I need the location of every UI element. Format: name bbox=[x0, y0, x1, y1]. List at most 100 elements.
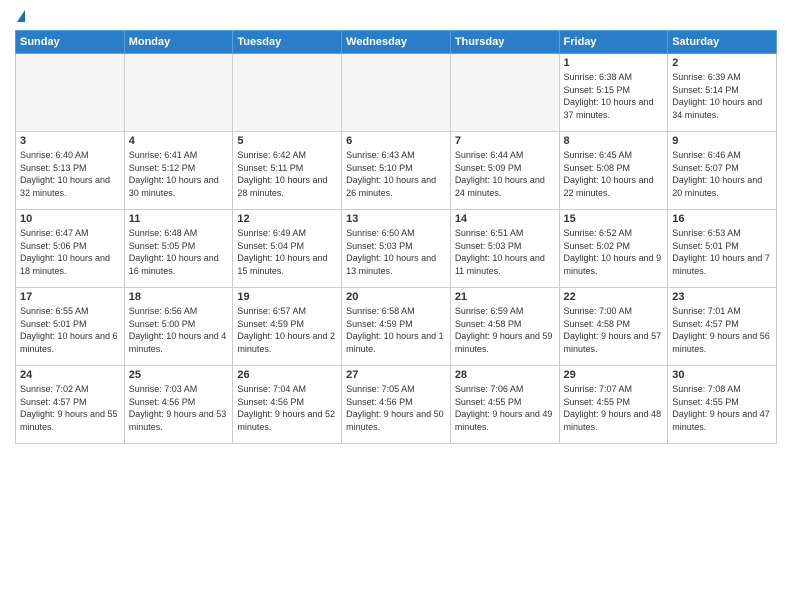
day-number: 14 bbox=[455, 213, 555, 225]
calendar-cell: 3 Sunrise: 6:40 AM Sunset: 5:13 PM Daylig… bbox=[16, 132, 125, 210]
day-info: Sunrise: 7:04 AM Sunset: 4:56 PM Dayligh… bbox=[237, 383, 337, 433]
day-info: Sunrise: 6:51 AM Sunset: 5:03 PM Dayligh… bbox=[455, 227, 555, 277]
calendar-cell: 8 Sunrise: 6:45 AM Sunset: 5:08 PM Daylig… bbox=[559, 132, 668, 210]
calendar-cell: 11 Sunrise: 6:48 AM Sunset: 5:05 PM Dayli… bbox=[124, 210, 233, 288]
calendar-cell: 29Sunrise: 7:07 AM Sunset: 4:55 PM Dayli… bbox=[559, 366, 668, 444]
day-info: Sunrise: 6:40 AM Sunset: 5:13 PM Dayligh… bbox=[20, 149, 120, 199]
calendar-cell: 5 Sunrise: 6:42 AM Sunset: 5:11 PM Daylig… bbox=[233, 132, 342, 210]
calendar-cell: 23 Sunrise: 7:01 AM Sunset: 4:57 PM Dayli… bbox=[668, 288, 777, 366]
day-number: 7 bbox=[455, 135, 555, 147]
calendar-cell: 2 Sunrise: 6:39 AM Sunset: 5:14 PM Daylig… bbox=[668, 54, 777, 132]
calendar-cell: 4 Sunrise: 6:41 AM Sunset: 5:12 PM Daylig… bbox=[124, 132, 233, 210]
day-info: Sunrise: 7:03 AM Sunset: 4:56 PM Dayligh… bbox=[129, 383, 229, 433]
day-info: Sunrise: 6:59 AM Sunset: 4:58 PM Dayligh… bbox=[455, 305, 555, 355]
weekday-header: Wednesday bbox=[342, 31, 451, 54]
calendar-cell: 16 Sunrise: 6:53 AM Sunset: 5:01 PM Dayli… bbox=[668, 210, 777, 288]
day-number: 26 bbox=[237, 369, 337, 381]
day-number: 30 bbox=[672, 369, 772, 381]
weekday-header: Thursday bbox=[450, 31, 559, 54]
day-number: 12 bbox=[237, 213, 337, 225]
day-number: 10 bbox=[20, 213, 120, 225]
calendar-cell: 30 Sunrise: 7:08 AM Sunset: 4:55 PM Dayli… bbox=[668, 366, 777, 444]
day-info: Sunrise: 6:52 AM Sunset: 5:02 PM Dayligh… bbox=[564, 227, 664, 277]
calendar-cell: 9 Sunrise: 6:46 AM Sunset: 5:07 PM Daylig… bbox=[668, 132, 777, 210]
day-info: Sunrise: 6:45 AM Sunset: 5:08 PM Dayligh… bbox=[564, 149, 664, 199]
day-number: 6 bbox=[346, 135, 446, 147]
calendar-cell: 1 Sunrise: 6:38 AM Sunset: 5:15 PM Daylig… bbox=[559, 54, 668, 132]
day-number: 9 bbox=[672, 135, 772, 147]
day-number: 2 bbox=[672, 57, 772, 69]
day-number: 3 bbox=[20, 135, 120, 147]
day-info: Sunrise: 7:08 AM Sunset: 4:55 PM Dayligh… bbox=[672, 383, 772, 433]
day-info: Sunrise: 6:57 AM Sunset: 4:59 PM Dayligh… bbox=[237, 305, 337, 355]
day-number: 18 bbox=[129, 291, 229, 303]
page-header bbox=[15, 10, 777, 22]
calendar-cell: 19 Sunrise: 6:57 AM Sunset: 4:59 PM Dayli… bbox=[233, 288, 342, 366]
calendar-cell: 22Sunrise: 7:00 AM Sunset: 4:58 PM Dayli… bbox=[559, 288, 668, 366]
weekday-header: Monday bbox=[124, 31, 233, 54]
day-number: 4 bbox=[129, 135, 229, 147]
logo-triangle-icon bbox=[17, 10, 25, 22]
day-number: 8 bbox=[564, 135, 664, 147]
calendar-table: SundayMondayTuesdayWednesdayThursdayFrid… bbox=[15, 30, 777, 444]
day-info: Sunrise: 6:48 AM Sunset: 5:05 PM Dayligh… bbox=[129, 227, 229, 277]
day-info: Sunrise: 6:49 AM Sunset: 5:04 PM Dayligh… bbox=[237, 227, 337, 277]
calendar-cell: 12 Sunrise: 6:49 AM Sunset: 5:04 PM Dayli… bbox=[233, 210, 342, 288]
calendar-cell: 20 Sunrise: 6:58 AM Sunset: 4:59 PM Dayli… bbox=[342, 288, 451, 366]
day-number: 11 bbox=[129, 213, 229, 225]
day-number: 1 bbox=[564, 57, 664, 69]
day-number: 23 bbox=[672, 291, 772, 303]
day-number: 27 bbox=[346, 369, 446, 381]
day-number: 21 bbox=[455, 291, 555, 303]
calendar-cell bbox=[124, 54, 233, 132]
calendar-cell: 18 Sunrise: 6:56 AM Sunset: 5:00 PM Dayli… bbox=[124, 288, 233, 366]
calendar-cell: 17 Sunrise: 6:55 AM Sunset: 5:01 PM Dayli… bbox=[16, 288, 125, 366]
day-info: Sunrise: 6:42 AM Sunset: 5:11 PM Dayligh… bbox=[237, 149, 337, 199]
day-number: 5 bbox=[237, 135, 337, 147]
weekday-header: Sunday bbox=[16, 31, 125, 54]
calendar-cell: 26 Sunrise: 7:04 AM Sunset: 4:56 PM Dayli… bbox=[233, 366, 342, 444]
calendar-cell: 14 Sunrise: 6:51 AM Sunset: 5:03 PM Dayli… bbox=[450, 210, 559, 288]
day-info: Sunrise: 6:43 AM Sunset: 5:10 PM Dayligh… bbox=[346, 149, 446, 199]
day-info: Sunrise: 7:06 AM Sunset: 4:55 PM Dayligh… bbox=[455, 383, 555, 433]
day-info: Sunrise: 7:07 AM Sunset: 4:55 PM Dayligh… bbox=[564, 383, 664, 433]
day-number: 19 bbox=[237, 291, 337, 303]
calendar-cell: 21 Sunrise: 6:59 AM Sunset: 4:58 PM Dayli… bbox=[450, 288, 559, 366]
calendar-cell: 24 Sunrise: 7:02 AM Sunset: 4:57 PM Dayli… bbox=[16, 366, 125, 444]
day-info: Sunrise: 7:02 AM Sunset: 4:57 PM Dayligh… bbox=[20, 383, 120, 433]
calendar-cell: 25 Sunrise: 7:03 AM Sunset: 4:56 PM Dayli… bbox=[124, 366, 233, 444]
day-info: Sunrise: 6:58 AM Sunset: 4:59 PM Dayligh… bbox=[346, 305, 446, 355]
day-info: Sunrise: 6:38 AM Sunset: 5:15 PM Dayligh… bbox=[564, 71, 664, 121]
day-number: 28 bbox=[455, 369, 555, 381]
day-number: 16 bbox=[672, 213, 772, 225]
day-info: Sunrise: 6:44 AM Sunset: 5:09 PM Dayligh… bbox=[455, 149, 555, 199]
calendar-cell: 7 Sunrise: 6:44 AM Sunset: 5:09 PM Daylig… bbox=[450, 132, 559, 210]
day-number: 15 bbox=[564, 213, 664, 225]
calendar-cell: 28 Sunrise: 7:06 AM Sunset: 4:55 PM Dayli… bbox=[450, 366, 559, 444]
calendar-cell: 6 Sunrise: 6:43 AM Sunset: 5:10 PM Daylig… bbox=[342, 132, 451, 210]
calendar-cell: 13 Sunrise: 6:50 AM Sunset: 5:03 PM Dayli… bbox=[342, 210, 451, 288]
day-info: Sunrise: 6:39 AM Sunset: 5:14 PM Dayligh… bbox=[672, 71, 772, 121]
weekday-header: Tuesday bbox=[233, 31, 342, 54]
logo bbox=[15, 10, 25, 22]
day-number: 20 bbox=[346, 291, 446, 303]
day-number: 13 bbox=[346, 213, 446, 225]
calendar-cell bbox=[450, 54, 559, 132]
calendar-cell: 27 Sunrise: 7:05 AM Sunset: 4:56 PM Dayli… bbox=[342, 366, 451, 444]
day-info: Sunrise: 6:46 AM Sunset: 5:07 PM Dayligh… bbox=[672, 149, 772, 199]
day-info: Sunrise: 6:55 AM Sunset: 5:01 PM Dayligh… bbox=[20, 305, 120, 355]
day-info: Sunrise: 6:53 AM Sunset: 5:01 PM Dayligh… bbox=[672, 227, 772, 277]
day-info: Sunrise: 6:50 AM Sunset: 5:03 PM Dayligh… bbox=[346, 227, 446, 277]
day-info: Sunrise: 6:56 AM Sunset: 5:00 PM Dayligh… bbox=[129, 305, 229, 355]
calendar-cell bbox=[233, 54, 342, 132]
day-info: Sunrise: 7:05 AM Sunset: 4:56 PM Dayligh… bbox=[346, 383, 446, 433]
day-info: Sunrise: 7:01 AM Sunset: 4:57 PM Dayligh… bbox=[672, 305, 772, 355]
day-info: Sunrise: 6:41 AM Sunset: 5:12 PM Dayligh… bbox=[129, 149, 229, 199]
day-number: 25 bbox=[129, 369, 229, 381]
day-number: 24 bbox=[20, 369, 120, 381]
calendar-cell: 15 Sunrise: 6:52 AM Sunset: 5:02 PM Dayli… bbox=[559, 210, 668, 288]
weekday-header: Saturday bbox=[668, 31, 777, 54]
calendar-cell bbox=[342, 54, 451, 132]
day-number: 17 bbox=[20, 291, 120, 303]
day-number: 22 bbox=[564, 291, 664, 303]
